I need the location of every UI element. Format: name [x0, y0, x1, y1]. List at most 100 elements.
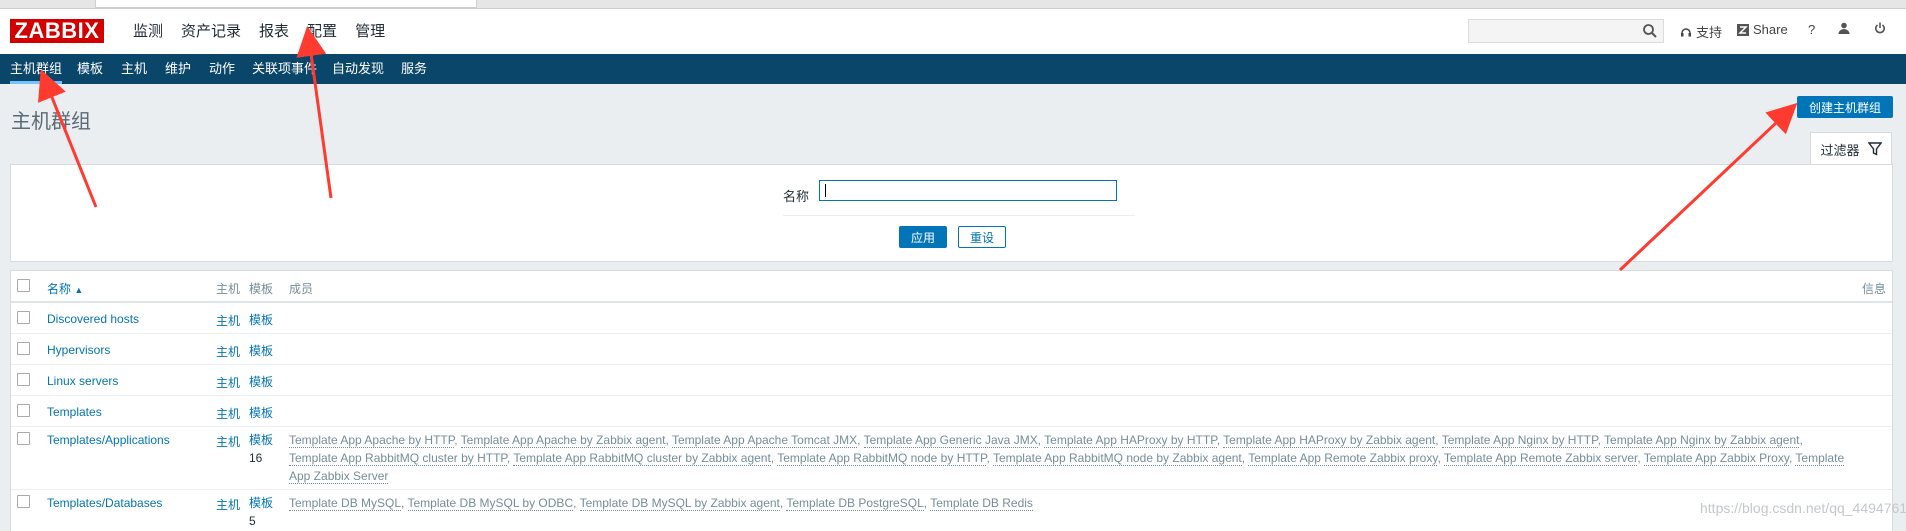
- templates-link[interactable]: 模板: [249, 496, 273, 510]
- templates-link[interactable]: 模板: [249, 373, 279, 391]
- filter-tab[interactable]: 过滤器: [1810, 132, 1892, 165]
- apply-button[interactable]: 应用: [899, 226, 947, 248]
- member-separator: ,: [665, 433, 672, 447]
- help-button[interactable]: ?: [1808, 22, 1815, 37]
- main-menu-monitoring[interactable]: 监测: [124, 21, 172, 43]
- share-label: Share: [1753, 22, 1788, 37]
- user-icon: [1838, 22, 1850, 34]
- row-checkbox[interactable]: [17, 432, 30, 445]
- member-template-link[interactable]: Template App RabbitMQ node by HTTP: [777, 451, 987, 466]
- member-template-link[interactable]: Template App Nginx by HTTP: [1441, 433, 1598, 448]
- templates-link[interactable]: 模板: [249, 433, 273, 447]
- search-input[interactable]: [1468, 19, 1664, 43]
- templates-cell: 模板 16: [249, 431, 279, 467]
- sub-menu-templates[interactable]: 模板: [77, 54, 103, 84]
- member-template-link[interactable]: Template App Remote Zabbix server: [1443, 451, 1638, 466]
- main-menu-administration[interactable]: 管理: [346, 21, 394, 43]
- member-template-link[interactable]: Template App Remote Zabbix proxy: [1248, 451, 1438, 466]
- filter-name-input[interactable]: [819, 180, 1117, 201]
- sub-menu-host-groups[interactable]: 主机群组: [10, 54, 63, 84]
- group-name-link[interactable]: Linux servers: [47, 374, 118, 388]
- group-name-link[interactable]: Hypervisors: [47, 343, 110, 357]
- filter-tab-label: 过滤器: [1820, 142, 1860, 158]
- member-template-link[interactable]: Template App Zabbix Proxy: [1643, 451, 1789, 466]
- member-template-link[interactable]: Template App Nginx by Zabbix agent: [1604, 433, 1800, 448]
- table-row: Hypervisors 主机 模板: [11, 334, 1892, 365]
- member-template-link[interactable]: Template App Apache by HTTP: [289, 433, 455, 448]
- headset-icon: [1681, 27, 1691, 36]
- row-checkbox[interactable]: [17, 404, 30, 417]
- templates-cell: 模板 5: [249, 494, 279, 530]
- zabbix-logo[interactable]: ZABBIX: [10, 19, 104, 43]
- templates-link[interactable]: 模板: [249, 342, 279, 360]
- member-template-link[interactable]: Template App HAProxy by Zabbix agent: [1223, 433, 1436, 448]
- power-icon: [1875, 22, 1885, 34]
- select-all-checkbox[interactable]: [17, 279, 30, 292]
- hosts-link[interactable]: 主机: [216, 312, 240, 329]
- profile-button[interactable]: [1838, 22, 1850, 34]
- sub-menu-maintenance[interactable]: 维护: [165, 54, 191, 84]
- filter-panel: 名称 应用 重设: [10, 164, 1893, 262]
- page-title: 主机群组: [11, 111, 91, 134]
- table-row: Templates/Applications 主机 模板 16 Template…: [11, 427, 1892, 490]
- hosts-link[interactable]: 主机: [216, 343, 240, 360]
- sub-menu-actions[interactable]: 动作: [209, 54, 235, 84]
- help-label: ?: [1808, 22, 1816, 37]
- member-template-link[interactable]: Template App Apache Tomcat JMX: [671, 433, 858, 448]
- logout-button[interactable]: [1874, 22, 1886, 34]
- header-templates: 模板: [249, 282, 274, 296]
- share-z-icon: [1737, 23, 1749, 36]
- sub-menu-discovery[interactable]: 自动发现: [332, 54, 384, 84]
- member-template-link[interactable]: Template DB PostgreSQL: [786, 496, 924, 511]
- member-template-link[interactable]: Template App RabbitMQ cluster by Zabbix …: [513, 451, 771, 466]
- main-menu-configuration[interactable]: 配置: [298, 21, 346, 43]
- group-name-link[interactable]: Templates/Applications: [47, 433, 170, 447]
- member-template-link[interactable]: Template App Generic Java JMX: [863, 433, 1038, 448]
- row-checkbox[interactable]: [17, 311, 30, 324]
- row-checkbox[interactable]: [17, 495, 30, 508]
- reset-button[interactable]: 重设: [958, 226, 1006, 248]
- templates-link[interactable]: 模板: [249, 404, 279, 422]
- member-template-link[interactable]: Template DB Redis: [930, 496, 1033, 511]
- member-separator: ,: [401, 496, 408, 510]
- member-template-link[interactable]: Template App Apache by Zabbix agent: [460, 433, 666, 448]
- sub-menu-hosts[interactable]: 主机: [121, 54, 147, 84]
- header-name-label: 名称: [47, 282, 72, 296]
- watermark: https://blog.csdn.net/qq_44947614: [1700, 500, 1906, 516]
- search-icon[interactable]: [1642, 23, 1658, 39]
- sub-menu: 主机群组 模板 主机 维护 动作 关联项事件 自动发现 服务: [0, 54, 1906, 84]
- support-link[interactable]: 支持: [1680, 22, 1722, 41]
- group-name-link[interactable]: Templates/Databases: [47, 496, 162, 510]
- member-template-link[interactable]: Template App HAProxy by HTTP: [1044, 433, 1217, 448]
- hosts-link[interactable]: 主机: [216, 374, 240, 391]
- create-host-group-button[interactable]: 创建主机群组: [1797, 96, 1893, 118]
- support-label: 支持: [1696, 25, 1723, 40]
- row-checkbox[interactable]: [17, 342, 30, 355]
- member-template-link[interactable]: Template DB MySQL by ODBC: [407, 496, 574, 511]
- header-hosts: 主机: [216, 282, 241, 296]
- members-list: Template DB MySQL, Template DB MySQL by …: [289, 494, 1849, 512]
- row-checkbox[interactable]: [17, 373, 30, 386]
- member-separator: ,: [986, 451, 993, 465]
- header-name-sort[interactable]: 名称 ▲: [47, 280, 83, 297]
- member-template-link[interactable]: Template DB MySQL by Zabbix agent: [579, 496, 780, 511]
- group-name-link[interactable]: Templates: [47, 405, 102, 419]
- templates-link[interactable]: 模板: [249, 311, 279, 329]
- member-template-link[interactable]: Template App RabbitMQ node by Zabbix age…: [992, 451, 1242, 466]
- table-row: Linux servers 主机 模板: [11, 365, 1892, 396]
- member-template-link[interactable]: Template App RabbitMQ cluster by HTTP: [289, 451, 507, 466]
- hosts-link[interactable]: 主机: [216, 496, 240, 513]
- text-caret: [825, 184, 826, 197]
- filter-icon: [1867, 142, 1882, 156]
- sub-menu-services[interactable]: 服务: [401, 54, 427, 84]
- hosts-link[interactable]: 主机: [216, 405, 240, 422]
- main-menu-inventory[interactable]: 资产记录: [172, 21, 250, 43]
- main-menu-reports[interactable]: 报表: [250, 21, 298, 43]
- browser-tab[interactable]: [95, 0, 477, 8]
- member-template-link[interactable]: Template DB MySQL: [289, 496, 402, 511]
- header-members: 成员: [289, 282, 314, 296]
- share-link[interactable]: Share: [1737, 22, 1788, 37]
- sub-menu-event-correlation[interactable]: 关联项事件: [252, 54, 317, 84]
- group-name-link[interactable]: Discovered hosts: [47, 312, 139, 326]
- hosts-link[interactable]: 主机: [216, 433, 240, 450]
